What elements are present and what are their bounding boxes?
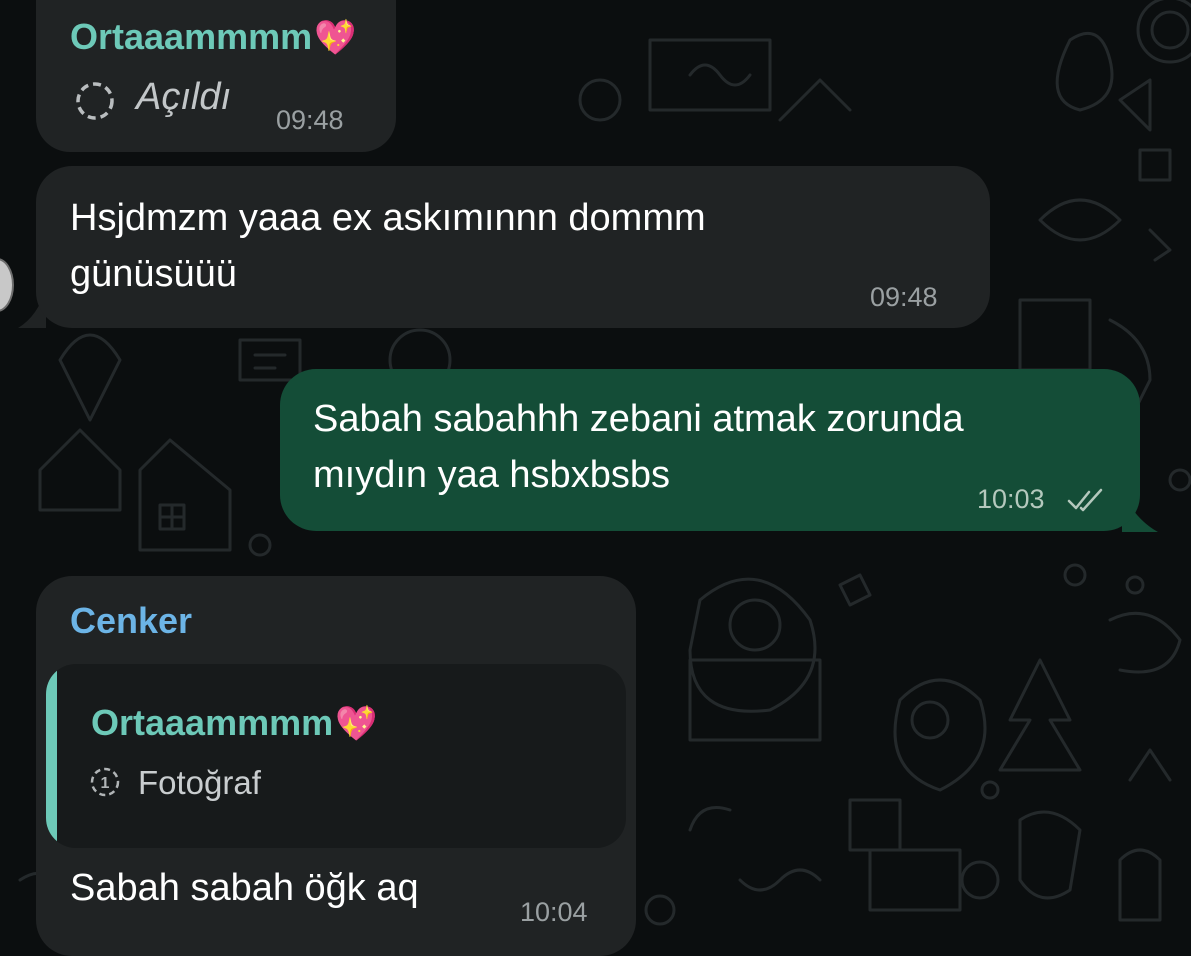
quoted-message[interactable]: Ortaaammmm💖 1 Fotoğraf (46, 664, 626, 848)
message-bubble-view-once[interactable]: Ortaaammmm💖 Açıldı 09:48 (36, 0, 396, 152)
message-text: Sabah sabahhh zebani atmak zorunda mıydı… (313, 398, 964, 496)
message-text: Hsjdmzm yaaa ex askımınnn dommm günüsüüü (70, 197, 706, 295)
view-once-status: Açıldı (136, 76, 232, 118)
message-time: 09:48 (870, 282, 938, 312)
message-bubble-outgoing[interactable]: Sabah sabahhh zebani atmak zorunda mıydı… (280, 369, 1140, 531)
sparkling-heart-emoji: 💖 (314, 19, 357, 57)
sender-name[interactable]: Cenker (70, 600, 192, 642)
view-once-icon (76, 82, 114, 120)
message-time: 09:48 (276, 105, 344, 135)
quoted-sender-text: Ortaaammmm (91, 702, 334, 743)
sparkling-heart-emoji: 💖 (335, 705, 378, 743)
sender-name-text: Ortaaammmm (70, 16, 313, 57)
quoted-message-label: Fotoğraf (138, 764, 261, 801)
quoted-sender-name: Ortaaammmm💖 (91, 702, 377, 744)
view-once-photo-icon: 1 (90, 767, 120, 797)
read-receipt-icon (1067, 488, 1103, 512)
message-text: Sabah sabah öğk aq (70, 867, 419, 909)
message-time: 10:03 (977, 484, 1045, 514)
message-bubble[interactable]: Hsjdmzm yaaa ex askımınnn dommm günüsüüü… (36, 166, 990, 328)
message-bubble-reply[interactable]: Cenker Ortaaammmm💖 1 Fotoğraf Sabah saba… (36, 576, 636, 956)
quote-accent-bar (46, 664, 57, 848)
sender-name[interactable]: Ortaaammmm💖 (70, 16, 356, 58)
message-time: 10:04 (520, 897, 588, 927)
svg-text:1: 1 (101, 775, 110, 792)
